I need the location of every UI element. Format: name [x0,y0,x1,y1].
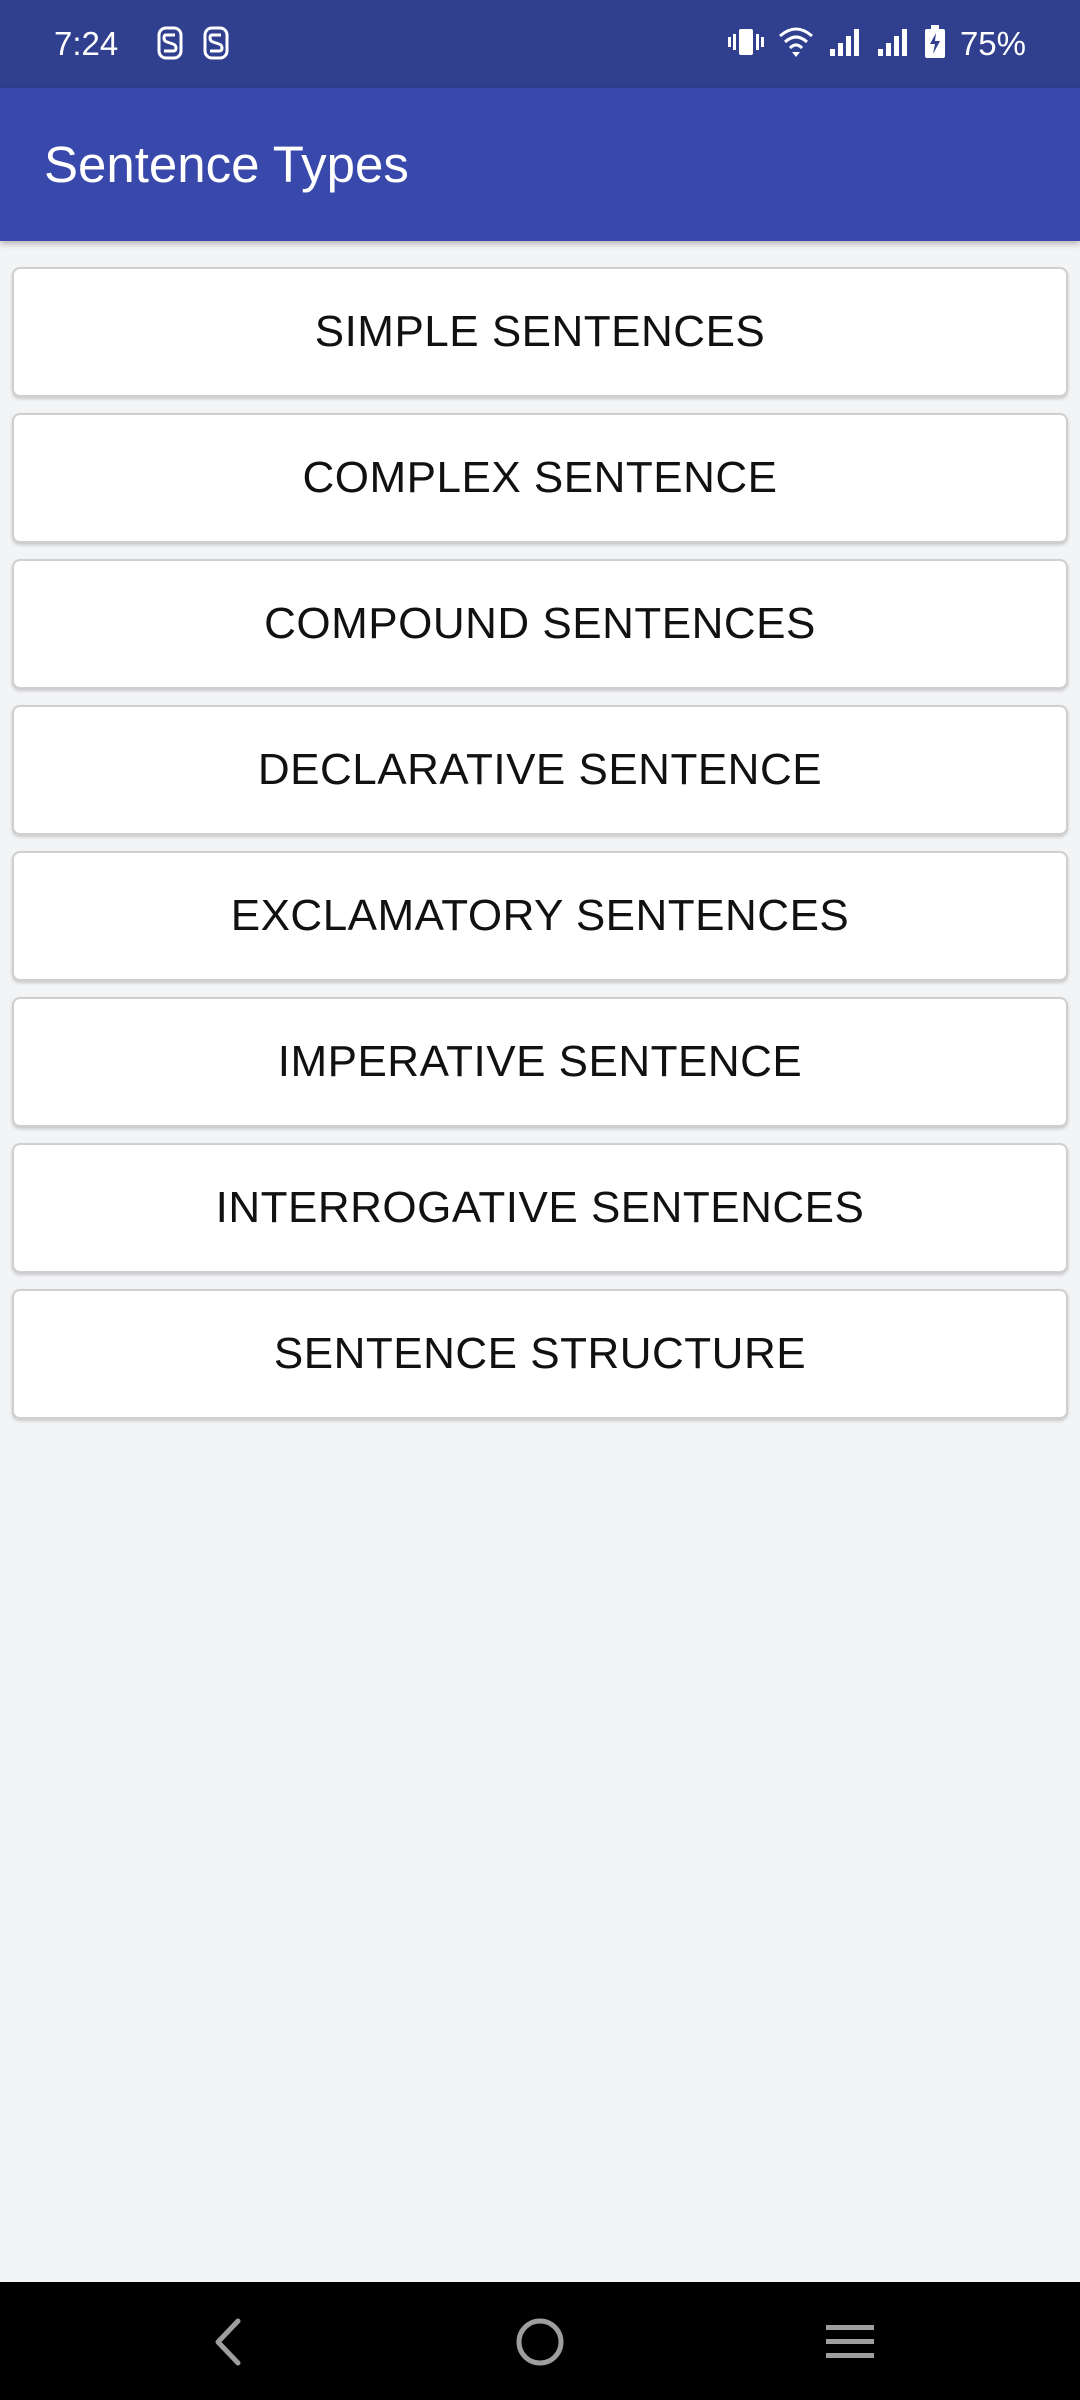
notification-icons [156,26,230,65]
battery-percentage: 75% [959,25,1026,62]
navigation-bar [0,2282,1080,2400]
signal-icon [876,27,910,62]
vibrate-icon [727,27,764,62]
sentence-structure-button[interactable]: SENTENCE STRUCTURE [12,1289,1068,1419]
compound-sentences-button[interactable]: COMPOUND SENTENCES [12,559,1068,689]
s-app-icon [202,26,230,65]
s-app-icon [156,26,184,65]
recents-button[interactable] [808,2300,892,2384]
status-bar: 7:24 75% [0,0,1080,88]
back-button[interactable] [186,2300,270,2384]
signal-icon [828,27,862,62]
interrogative-sentences-button[interactable]: INTERROGATIVE SENTENCES [12,1143,1068,1273]
recents-icon [826,2325,874,2358]
home-button[interactable] [498,2300,582,2384]
status-time: 7:24 [54,25,119,62]
home-icon [516,2318,564,2366]
wifi-icon [778,26,814,63]
page-title: Sentence Types [44,136,409,193]
complex-sentence-button[interactable]: COMPLEX SENTENCE [12,413,1068,543]
battery-charging-icon [924,24,946,64]
imperative-sentence-button[interactable]: IMPERATIVE SENTENCE [12,997,1068,1127]
exclamatory-sentences-button[interactable]: EXCLAMATORY SENTENCES [12,851,1068,981]
declarative-sentence-button[interactable]: DECLARATIVE SENTENCE [12,705,1068,835]
simple-sentences-button[interactable]: SIMPLE SENTENCES [12,267,1068,397]
app-bar: Sentence Types [0,88,1080,241]
back-icon [215,2318,241,2366]
system-status-icons: 75% [727,22,1026,66]
sentence-type-list: SIMPLE SENTENCES COMPLEX SENTENCE COMPOU… [12,267,1068,1435]
